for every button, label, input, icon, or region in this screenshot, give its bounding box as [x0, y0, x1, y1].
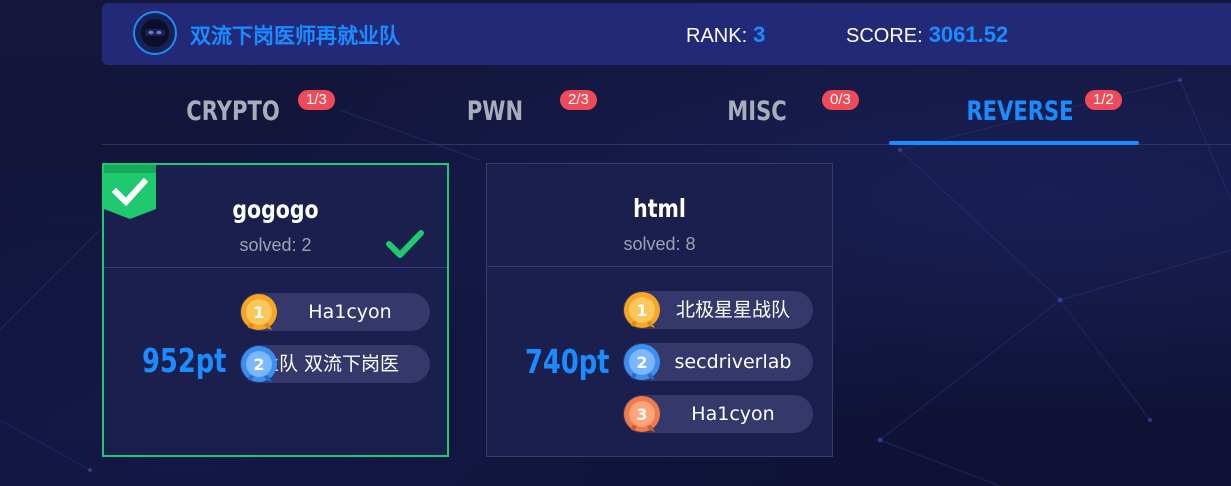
tab-pwn[interactable]: PWN 2/3 — [364, 68, 626, 145]
solver-team-name: Ha1cyon — [308, 301, 392, 323]
checkmark-icon — [386, 230, 424, 258]
tab-misc[interactable]: MISC 0/3 — [626, 68, 888, 145]
solver-row-1: 1 北极星星战队 — [623, 291, 813, 329]
solved-count-badge: 1/3 — [298, 90, 335, 110]
solver-team-name: Ha1cyon — [691, 403, 775, 425]
svg-text:2: 2 — [253, 355, 264, 374]
team-header-bar: 双流下岗医师再就业队 RANK: 3 SCORE: 3061.52 — [102, 3, 1231, 65]
solver-team-name: 北极星星战队 — [675, 299, 790, 321]
gold-medal-icon: 1 — [241, 294, 277, 330]
team-avatar — [133, 11, 177, 55]
challenge-points: 740pt — [525, 342, 610, 381]
challenge-title: html — [633, 194, 686, 223]
solved-count-badge: 0/3 — [822, 90, 859, 110]
challenge-card-gogogo[interactable]: gogogo solved: 2 952pt 1 Ha1cyon 2 业队 双流… — [102, 163, 449, 457]
svg-text:1: 1 — [636, 301, 647, 320]
svg-text:2: 2 — [636, 353, 647, 372]
challenge-title: gogogo — [232, 195, 319, 224]
solver-row-2: 2 业队 双流下岗医 — [240, 345, 430, 383]
card-divider — [487, 266, 832, 267]
solved-count: solved: 8 — [623, 234, 696, 254]
svg-text:1: 1 — [253, 303, 264, 322]
solver-row-3: 3 Ha1cyon — [623, 395, 813, 433]
team-name: 双流下岗医师再就业队 — [190, 24, 400, 48]
tab-crypto[interactable]: CRYPTO 1/3 — [102, 68, 364, 145]
silver-medal-icon: 2 — [624, 344, 660, 380]
tab-reverse[interactable]: REVERSE 1/2 — [889, 68, 1151, 145]
gold-medal-icon: 1 — [624, 292, 660, 328]
rank-label: RANK: — [686, 25, 748, 47]
card-divider — [104, 267, 447, 268]
category-tabs: CRYPTO 1/3 PWN 2/3 MISC 0/3 REVERSE 1/2 — [102, 68, 1231, 145]
solver-team-name: secdriverlab — [674, 351, 792, 373]
solved-count-badge: 2/3 — [560, 90, 597, 110]
score-value: 3061.52 — [928, 22, 1009, 47]
score-display: SCORE: 3061.52 — [846, 22, 1008, 48]
solver-row-2: 2 secdriverlab — [623, 343, 813, 381]
active-tab-indicator — [889, 141, 1139, 145]
bronze-medal-icon: 3 — [624, 396, 660, 432]
rank-value: 3 — [753, 22, 766, 47]
silver-medal-icon: 2 — [241, 346, 277, 382]
score-label: SCORE: — [846, 25, 923, 47]
solver-team-name: 业队 双流下岗医 — [260, 353, 400, 375]
solved-count-badge: 1/2 — [1085, 90, 1122, 110]
solver-row-1: 1 Ha1cyon — [240, 293, 430, 331]
rank-display: RANK: 3 — [686, 22, 765, 48]
ninja-avatar-icon — [141, 19, 169, 47]
svg-text:3: 3 — [636, 405, 647, 424]
challenge-card-html[interactable]: html solved: 8 740pt 1 北极星星战队 2 secdrive… — [486, 163, 833, 457]
challenge-points: 952pt — [142, 341, 227, 380]
